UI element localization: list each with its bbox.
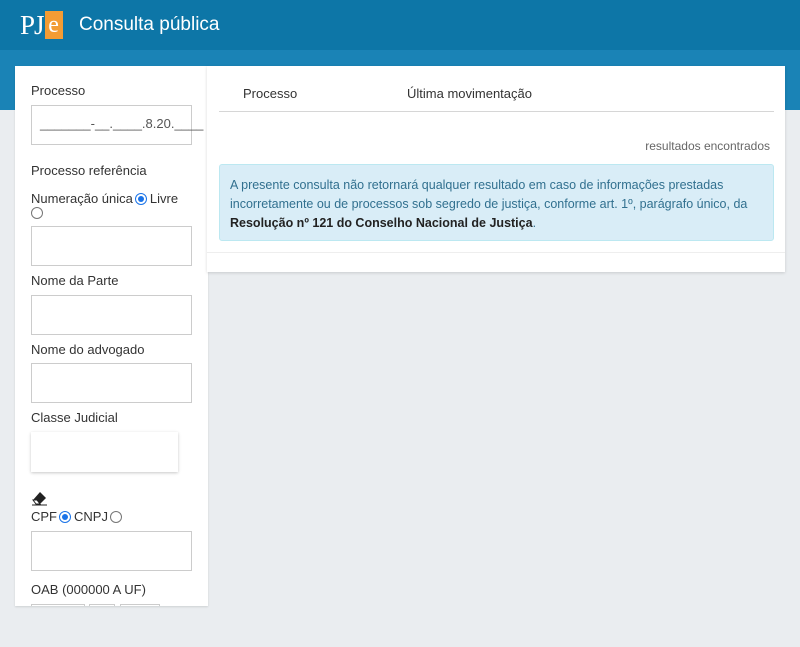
nome-advogado-input[interactable] xyxy=(31,363,192,403)
notice-bold: Resolução nº 121 do Conselho Nacional de… xyxy=(230,216,533,230)
pje-logo[interactable]: PJ e xyxy=(20,9,63,41)
cpf-label: CPF xyxy=(31,509,57,524)
eraser-icon[interactable] xyxy=(31,490,49,506)
nome-parte-input[interactable] xyxy=(31,295,192,335)
classe-judicial-label: Classe Judicial xyxy=(31,410,118,425)
nome-advogado-label: Nome do advogado xyxy=(31,342,145,357)
processo-referencia-label: Processo referência xyxy=(31,163,147,178)
classe-judicial-select[interactable] xyxy=(31,432,178,472)
cnpj-label: CNPJ xyxy=(74,509,108,524)
panel-footer-divider xyxy=(207,252,785,253)
cnpj-radio[interactable] xyxy=(109,510,122,523)
processo-input[interactable]: _______-__.____.8.20.____ xyxy=(31,105,204,145)
header-bar: PJ e Consulta pública xyxy=(0,0,800,50)
processo-referencia-input[interactable] xyxy=(31,226,192,266)
results-panel: Processo Última movimentação resultados … xyxy=(207,66,785,272)
info-notice: A presente consulta não retornará qualqu… xyxy=(219,164,774,241)
logo-accent: e xyxy=(44,11,63,39)
nome-parte-label: Nome da Parte xyxy=(31,273,119,288)
numeracao-unica-radio[interactable] xyxy=(134,192,147,205)
table-header-divider xyxy=(219,111,774,112)
notice-text: A presente consulta não retornará qualqu… xyxy=(230,178,748,211)
livre-label: Livre xyxy=(149,191,179,206)
search-form-panel: Processo _______-__.____.8.20.____ Proce… xyxy=(15,66,208,606)
page-title: Consulta pública xyxy=(79,14,220,35)
cpf-cnpj-input[interactable] xyxy=(31,531,192,571)
numeracao-unica-label: Numeração única xyxy=(31,191,133,206)
oab-uf-select[interactable] xyxy=(120,604,160,606)
oab-number-input[interactable] xyxy=(31,604,85,606)
results-count-text: resultados encontrados xyxy=(645,139,770,153)
cpf-radio[interactable] xyxy=(59,510,71,523)
cpf-cnpj-radio-group: CPF CNPJ xyxy=(31,509,125,524)
column-header-ultima-movimentacao[interactable]: Última movimentação xyxy=(407,86,532,101)
livre-radio[interactable] xyxy=(31,207,43,219)
column-header-processo[interactable]: Processo xyxy=(243,86,297,101)
oab-letter-input[interactable] xyxy=(89,604,115,606)
processo-mask: _______-__.____.8.20.____ xyxy=(40,116,204,131)
processo-label: Processo xyxy=(31,83,86,98)
oab-label: OAB (000000 A UF) xyxy=(31,582,146,597)
notice-end: . xyxy=(532,216,537,230)
numeracao-radio-group: Numeração única Livre xyxy=(31,191,178,206)
livre-radio-row xyxy=(31,207,46,219)
logo-text: PJ xyxy=(20,10,45,40)
